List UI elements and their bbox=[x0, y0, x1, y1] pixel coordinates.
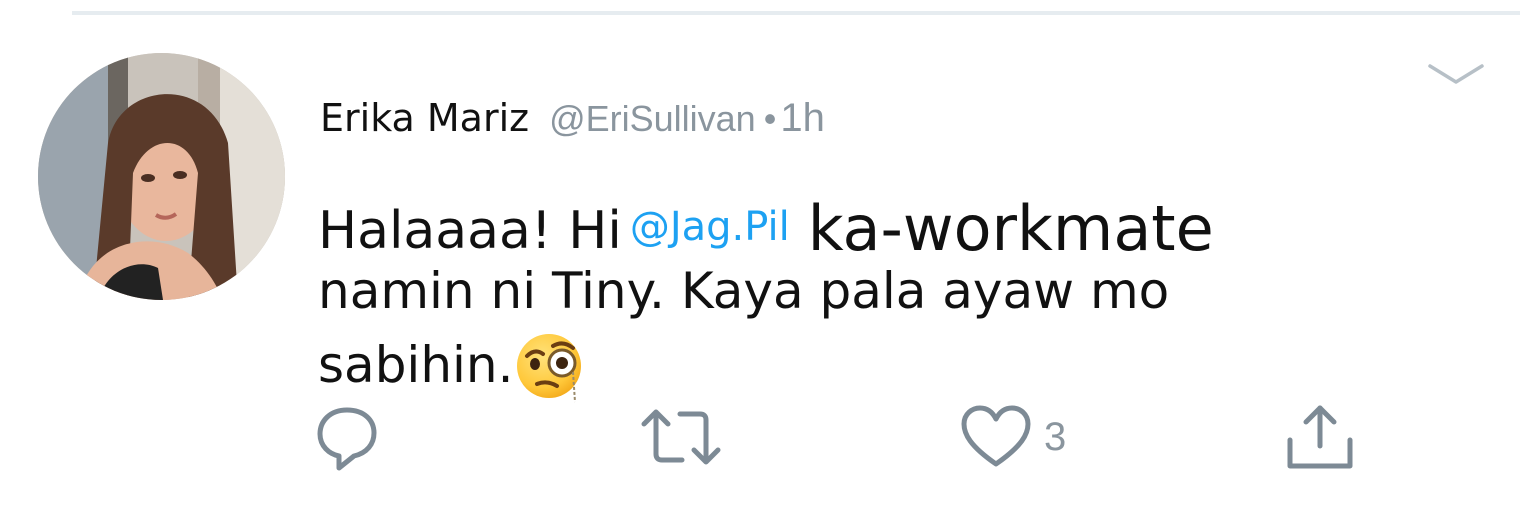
tweet-text-line-3-text: sabihin. bbox=[318, 336, 514, 394]
chevron-down-icon[interactable] bbox=[1426, 60, 1486, 90]
like-count: 3 bbox=[1044, 414, 1067, 459]
like-button[interactable]: 3 bbox=[958, 402, 1066, 472]
share-icon bbox=[1287, 405, 1353, 469]
top-divider bbox=[72, 11, 1520, 15]
tweet-text-line-2: namin ni Tiny. Kaya pala ayaw mo bbox=[318, 262, 1170, 320]
mention-link[interactable]: @Jag.Pil bbox=[630, 204, 790, 250]
tweet-text-line-3: sabihin. bbox=[318, 322, 587, 403]
author-handle[interactable]: @EriSullivan bbox=[549, 98, 756, 140]
retweet-icon bbox=[641, 409, 721, 465]
tweet-timestamp[interactable]: 1h bbox=[780, 96, 825, 141]
heart-icon bbox=[961, 405, 1031, 467]
share-button[interactable] bbox=[1280, 402, 1360, 472]
separator-dot: • bbox=[763, 98, 777, 139]
avatar-photo bbox=[38, 53, 285, 300]
tweet-text-end: ka-workmate bbox=[807, 192, 1214, 265]
reply-icon bbox=[317, 407, 377, 471]
author-name[interactable]: Erika Mariz bbox=[320, 96, 529, 140]
tweet-text-start: Halaaaa! Hi bbox=[318, 201, 622, 261]
retweet-button[interactable] bbox=[636, 402, 726, 472]
tweet-header: Erika Mariz @EriSullivan • 1h bbox=[320, 96, 825, 156]
reply-button[interactable] bbox=[312, 402, 382, 472]
face-with-monocle-emoji bbox=[515, 332, 587, 404]
avatar[interactable] bbox=[38, 53, 285, 300]
tweet-text-line-1: Halaaaa! Hi @Jag.Pil ka-workmate bbox=[318, 192, 1214, 265]
